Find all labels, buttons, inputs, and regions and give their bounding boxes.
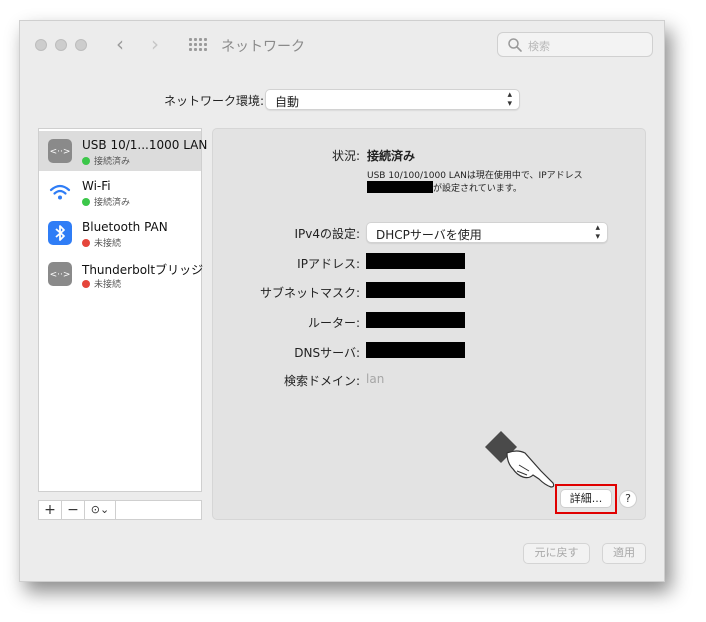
status-dot-icon	[82, 280, 90, 288]
redacted-ip-value	[366, 253, 465, 269]
dns-server-label: DNSサーバ:	[294, 346, 360, 360]
status-dot-icon	[82, 198, 90, 206]
service-status: 接続済み	[94, 198, 131, 208]
window-title: ネットワーク	[221, 39, 305, 55]
ipv4-config-select[interactable]: DHCPサーバを使用 ▴ ▾	[366, 222, 608, 243]
redacted-ip-address	[367, 181, 433, 193]
action-menu-button[interactable]: ⊙⌄	[85, 501, 116, 519]
help-button[interactable]: ?	[619, 490, 637, 508]
back-chevron-icon[interactable]: ‹	[116, 33, 124, 55]
service-status: 未接続	[94, 280, 122, 290]
detail-panel: 状況: 接続済み USB 10/100/1000 LANは現在使用中で、IPアド…	[212, 128, 646, 520]
ip-address-label: IPアドレス:	[297, 257, 360, 271]
service-item-thunderbolt-bridge[interactable]: <··> Thunderboltブリッジ 未接続	[39, 254, 204, 294]
redacted-router-value	[366, 312, 465, 328]
search-icon	[508, 38, 522, 52]
remove-service-button[interactable]: −	[62, 501, 85, 519]
wifi-icon	[48, 180, 72, 204]
status-description-cont: が設定されています。	[433, 184, 522, 194]
service-name: Bluetooth PAN	[82, 220, 168, 234]
search-domain-label: 検索ドメイン:	[283, 374, 360, 388]
search-field[interactable]: 検索	[497, 32, 653, 57]
subnet-mask-label: サブネットマスク:	[259, 286, 360, 300]
svg-text:<··>: <··>	[50, 147, 71, 157]
service-name: Thunderboltブリッジ	[82, 263, 204, 277]
service-name: Wi-Fi	[82, 179, 111, 193]
status-label: 状況:	[331, 149, 360, 163]
apply-button[interactable]: 適用	[602, 543, 646, 564]
service-list: <··> USB 10/1...1000 LAN 接続済み Wi-Fi 接続済み	[38, 128, 207, 492]
service-list-toolbar: + − ⊙⌄	[38, 500, 202, 520]
status-description: USB 10/100/1000 LANは現在使用中で、IPアドレス	[367, 171, 583, 181]
redacted-subnet-value	[366, 282, 465, 298]
redacted-dns-value	[366, 342, 465, 358]
zoom-window-button[interactable]	[75, 39, 87, 51]
network-preferences-window: ‹ › ネットワーク 検索 ネットワーク環境: 自動 ▴ ▾ <··> USB 1…	[19, 20, 665, 582]
service-status: 未接続	[94, 239, 122, 249]
ipv4-label: IPv4の設定:	[294, 227, 360, 241]
svg-text:<··>: <··>	[50, 270, 71, 280]
location-label: ネットワーク環境:	[164, 94, 265, 108]
location-select[interactable]: 自動 ▴ ▾	[265, 89, 520, 110]
advanced-button-highlight	[555, 484, 617, 514]
router-label: ルーター:	[307, 316, 360, 330]
pointing-hand-icon	[485, 431, 555, 488]
minimize-window-button[interactable]	[55, 39, 67, 51]
status-dot-icon	[82, 239, 90, 247]
titlebar: ‹ › ネットワーク 検索	[20, 21, 664, 71]
bluetooth-icon	[48, 221, 72, 245]
updown-chevron-icon: ▴ ▾	[507, 90, 512, 109]
service-item-usb-lan[interactable]: <··> USB 10/1...1000 LAN 接続済み	[39, 131, 207, 171]
ipv4-config-value: DHCPサーバを使用	[376, 228, 482, 242]
bridge-icon: <··>	[48, 262, 72, 286]
search-placeholder: 検索	[528, 40, 550, 53]
ethernet-icon: <··>	[48, 139, 72, 163]
location-value: 自動	[275, 95, 300, 109]
forward-chevron-icon[interactable]: ›	[151, 33, 159, 55]
service-item-bluetooth-pan[interactable]: Bluetooth PAN 未接続	[39, 213, 201, 253]
add-service-button[interactable]: +	[39, 501, 62, 519]
service-item-wifi[interactable]: Wi-Fi 接続済み	[39, 172, 201, 212]
service-name: USB 10/1...1000 LAN	[82, 138, 208, 152]
search-domain-value: lan	[366, 372, 385, 386]
revert-button[interactable]: 元に戻す	[523, 543, 590, 564]
show-all-grid-icon[interactable]	[189, 38, 207, 52]
status-value: 接続済み	[367, 149, 416, 163]
close-window-button[interactable]	[35, 39, 47, 51]
updown-chevron-icon: ▴ ▾	[595, 223, 600, 242]
service-status: 接続済み	[94, 157, 131, 167]
status-dot-icon	[82, 157, 90, 165]
